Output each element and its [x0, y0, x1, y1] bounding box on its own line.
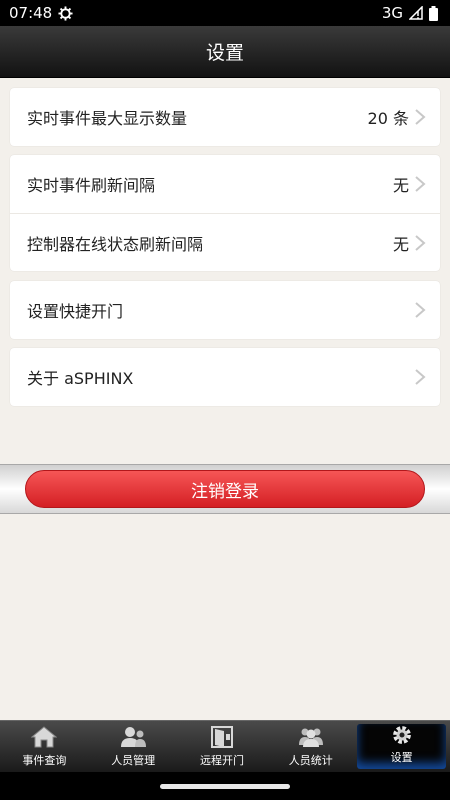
chevron-right-icon [415, 302, 426, 318]
logout-band: 注销登录 [0, 464, 450, 514]
system-nav-bar [0, 772, 450, 800]
settings-group-display: 实时事件最大显示数量 20 条 [10, 88, 440, 146]
tab-label: 设置 [390, 751, 413, 764]
setting-max-realtime-events[interactable]: 实时事件最大显示数量 20 条 [10, 88, 440, 146]
signal-icon [409, 6, 423, 20]
setting-value: 20 条 [367, 109, 409, 128]
title-bar: 设置 [0, 26, 450, 78]
logout-button[interactable]: 注销登录 [25, 470, 425, 508]
chevron-right-icon [415, 109, 426, 125]
setting-label: 实时事件最大显示数量 [27, 109, 188, 128]
tab-remote-open[interactable]: 远程开门 [178, 721, 267, 772]
tab-event-query[interactable]: 事件查询 [0, 721, 89, 772]
setting-about[interactable]: 关于 aSPHINX [10, 348, 440, 406]
page-title: 设置 [205, 42, 244, 64]
setting-value: 无 [392, 234, 409, 254]
tab-label: 人员统计 [288, 754, 333, 767]
setting-quick-door-open[interactable]: 设置快捷开门 [10, 281, 440, 339]
setting-label: 关于 aSPHINX [27, 369, 134, 388]
setting-realtime-refresh-interval[interactable]: 实时事件刷新间隔 无 [10, 155, 440, 213]
chevron-right-icon [415, 176, 426, 192]
settings-group-quick-open: 设置快捷开门 [10, 281, 440, 339]
setting-controller-status-refresh-interval[interactable]: 控制器在线状态刷新间隔 无 [10, 213, 440, 271]
battery-icon [429, 5, 438, 21]
home-icon [31, 726, 58, 748]
status-time: 07:48 [9, 4, 53, 22]
home-gesture-handle[interactable] [160, 783, 290, 789]
tab-settings[interactable]: 设置 [357, 724, 446, 769]
tab-person-management[interactable]: 人员管理 [89, 721, 178, 772]
tab-label: 事件查询 [22, 754, 67, 767]
settings-content: 实时事件最大显示数量 20 条 实时事件刷新间隔 无 控制器在线状态刷新间隔 无… [0, 78, 450, 720]
status-bar: 07:48 3G [0, 0, 450, 26]
settings-notification-icon [58, 5, 73, 21]
door-icon [210, 726, 233, 748]
network-type: 3G [381, 4, 403, 22]
setting-label: 设置快捷开门 [27, 302, 124, 321]
setting-label: 实时事件刷新间隔 [27, 176, 156, 195]
settings-group-about: 关于 aSPHINX [10, 348, 440, 406]
bottom-tab-bar: 事件查询 人员管理 远程开门 人员统计 设置 [0, 720, 450, 772]
group-icon [298, 728, 323, 747]
setting-value: 无 [392, 176, 409, 195]
tab-label: 远程开门 [199, 754, 244, 767]
tab-person-statistics[interactable]: 人员统计 [266, 721, 355, 772]
chevron-right-icon [415, 369, 426, 385]
chevron-right-icon [415, 235, 426, 251]
person-icon [121, 727, 147, 747]
gear-icon [392, 726, 411, 744]
tab-label: 人员管理 [111, 754, 156, 767]
setting-label: 控制器在线状态刷新间隔 [27, 234, 204, 254]
settings-group-refresh: 实时事件刷新间隔 无 控制器在线状态刷新间隔 无 [10, 155, 440, 271]
